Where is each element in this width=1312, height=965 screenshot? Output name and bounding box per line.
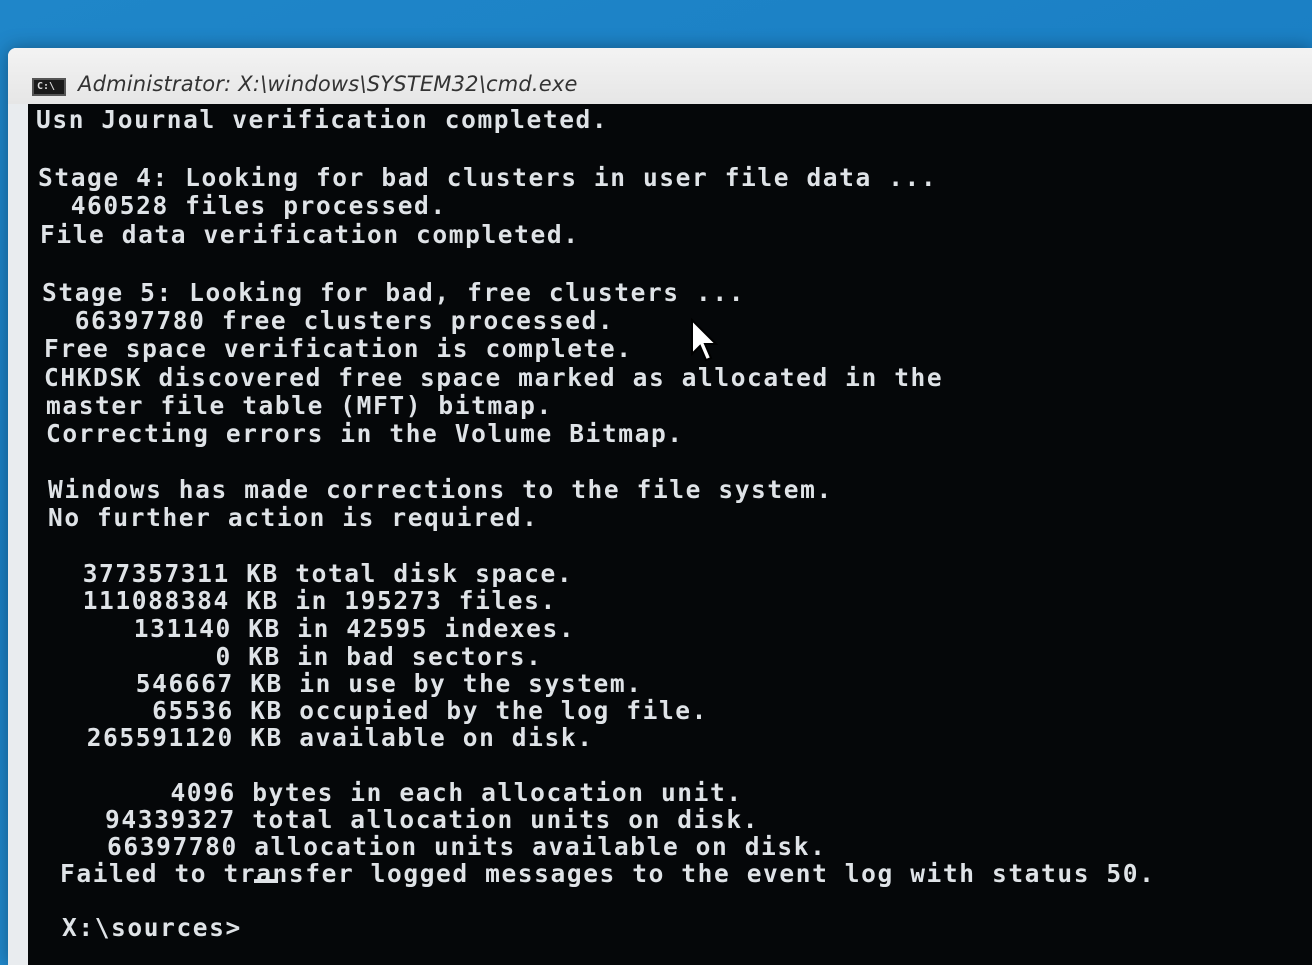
console-line: No further action is required. (48, 503, 539, 532)
console-line: 460528 files processed. (38, 191, 447, 220)
console-line: Stage 4: Looking for bad clusters in use… (38, 163, 938, 192)
cmd-app-icon[interactable]: C:\ (32, 78, 66, 96)
console-line: 4096 bytes in each allocation unit. (56, 778, 743, 807)
console-line: 0 KB in bad sectors. (52, 642, 543, 671)
command-prompt: X:\sources> (62, 913, 242, 942)
console-line: Stage 5: Looking for bad, free clusters … (42, 278, 746, 307)
console-output[interactable]: Usn Journal verification completed. Stag… (28, 104, 1312, 965)
console-line: 94339327 total allocation units on disk. (56, 805, 760, 834)
text-cursor (254, 879, 278, 883)
console-line: 65536 KB occupied by the log file. (54, 696, 709, 725)
console-line: File data verification completed. (40, 220, 580, 249)
console-line: 66397780 allocation units available on d… (58, 832, 827, 861)
console-line: Correcting errors in the Volume Bitmap. (46, 419, 684, 448)
console-line: 66397780 free clusters processed. (42, 306, 615, 335)
console-line: 265591120 KB available on disk. (54, 723, 594, 752)
console-line: Free space verification is complete. (44, 334, 633, 363)
console-line: Failed to transfer logged messages to th… (60, 859, 1156, 888)
mouse-pointer-icon (691, 318, 719, 362)
console-line: 131140 KB in 42595 indexes. (52, 614, 576, 643)
console-line: 546667 KB in use by the system. (54, 669, 643, 698)
console-line: master file table (MFT) bitmap. (46, 391, 553, 420)
title-bar[interactable]: C:\ Administrator: X:\windows\SYSTEM32\c… (8, 48, 1312, 104)
console-line: Windows has made corrections to the file… (48, 475, 833, 504)
console-line: 111088384 KB in 195273 files. (50, 586, 557, 615)
console-line: Usn Journal verification completed. (36, 105, 609, 134)
console-line: CHKDSK discovered free space marked as a… (44, 363, 944, 392)
cmd-window: C:\ Administrator: X:\windows\SYSTEM32\c… (8, 48, 1312, 965)
window-title: Administrator: X:\windows\SYSTEM32\cmd.e… (78, 72, 578, 96)
console-line: 377357311 KB total disk space. (50, 559, 574, 588)
